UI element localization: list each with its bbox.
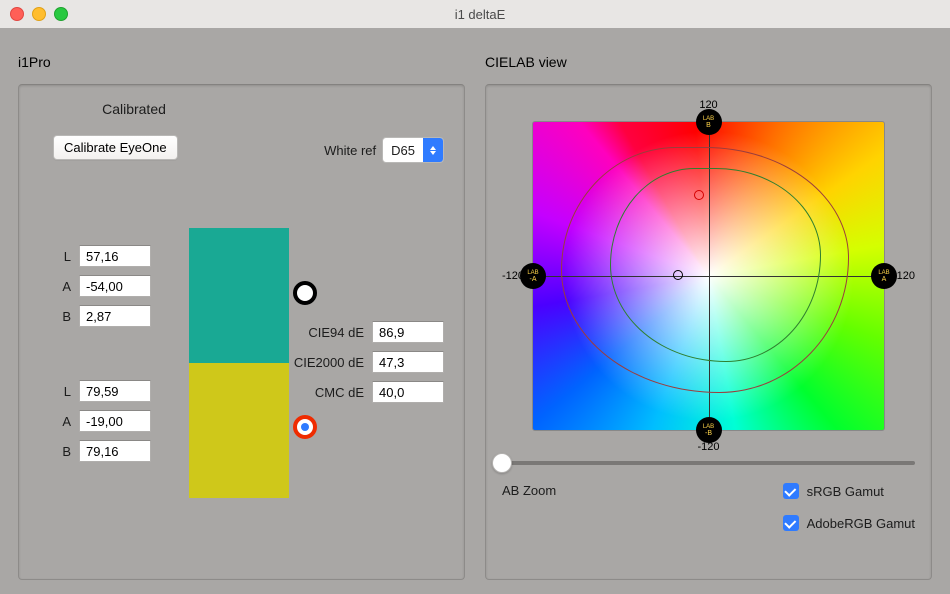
cie94-label: CIE94 dE [308, 325, 364, 340]
whiteref-select[interactable]: D65 [382, 137, 444, 163]
b2-label: B [57, 444, 71, 459]
axis-right-tick: 120 [897, 270, 915, 282]
color2-swatch [189, 363, 289, 498]
calibrate-button[interactable]: Calibrate EyeOne [53, 135, 178, 160]
left-panel-title: i1Pro [18, 54, 465, 70]
cielab-color-plane: LABB LAB-B LAB-A LABA [532, 121, 885, 431]
cmc-output [372, 381, 444, 403]
axis-bottom-tick: -120 [697, 441, 719, 453]
a1-label: A [57, 279, 71, 294]
b1-label: B [57, 309, 71, 324]
l2-label: L [57, 384, 71, 399]
a2-input[interactable] [79, 410, 151, 432]
ab-zoom-thumb[interactable] [492, 453, 512, 473]
color-swatches [189, 228, 289, 498]
axis-badge-b-plus: LABB [696, 109, 722, 135]
i1pro-pane: Calibrated Calibrate EyeOne White ref D6… [18, 84, 465, 580]
adobergb-gamut-label: AdobeRGB Gamut [807, 516, 915, 531]
a1-input[interactable] [79, 275, 151, 297]
right-panel-title: CIELAB view [485, 54, 932, 70]
l1-label: L [57, 249, 71, 264]
color1-marker-icon [293, 281, 317, 305]
b2-input[interactable] [79, 440, 151, 462]
window-titlebar: i1 deltaE [0, 0, 950, 29]
cie94-output [372, 321, 444, 343]
color1-swatch [189, 228, 289, 363]
ab-zoom-slider[interactable] [502, 461, 915, 465]
window-title: i1 deltaE [68, 7, 892, 22]
adobergb-gamut-checkbox[interactable] [783, 515, 799, 531]
l1-input[interactable] [79, 245, 151, 267]
srgb-gamut-checkbox[interactable] [783, 483, 799, 499]
cielab-pane: LABB LAB-B LAB-A LABA 120 -120 -120 120 … [485, 84, 932, 580]
cielab-chart: LABB LAB-B LAB-A LABA 120 -120 -120 120 [502, 101, 915, 451]
cie2000-label: CIE2000 dE [294, 355, 364, 370]
axis-top-tick: 120 [699, 99, 717, 111]
whiteref-value: D65 [383, 143, 423, 158]
calibration-status: Calibrated [59, 101, 209, 117]
b1-input[interactable] [79, 305, 151, 327]
srgb-gamut-label: sRGB Gamut [807, 484, 884, 499]
whiteref-label: White ref [324, 143, 376, 158]
minimize-window-button[interactable] [32, 7, 46, 21]
window-controls [10, 7, 68, 21]
a2-label: A [57, 414, 71, 429]
axis-badge-b-minus: LAB-B [696, 417, 722, 443]
close-window-button[interactable] [10, 7, 24, 21]
cmc-label: CMC dE [315, 385, 364, 400]
axis-badge-a-plus: LABA [871, 263, 897, 289]
ab-zoom-label: AB Zoom [502, 483, 783, 531]
l2-input[interactable] [79, 380, 151, 402]
zoom-window-button[interactable] [54, 7, 68, 21]
dropdown-arrows-icon [423, 138, 443, 162]
cie2000-output [372, 351, 444, 373]
color2-marker-icon [293, 415, 317, 439]
axis-left-tick: -120 [502, 270, 524, 282]
